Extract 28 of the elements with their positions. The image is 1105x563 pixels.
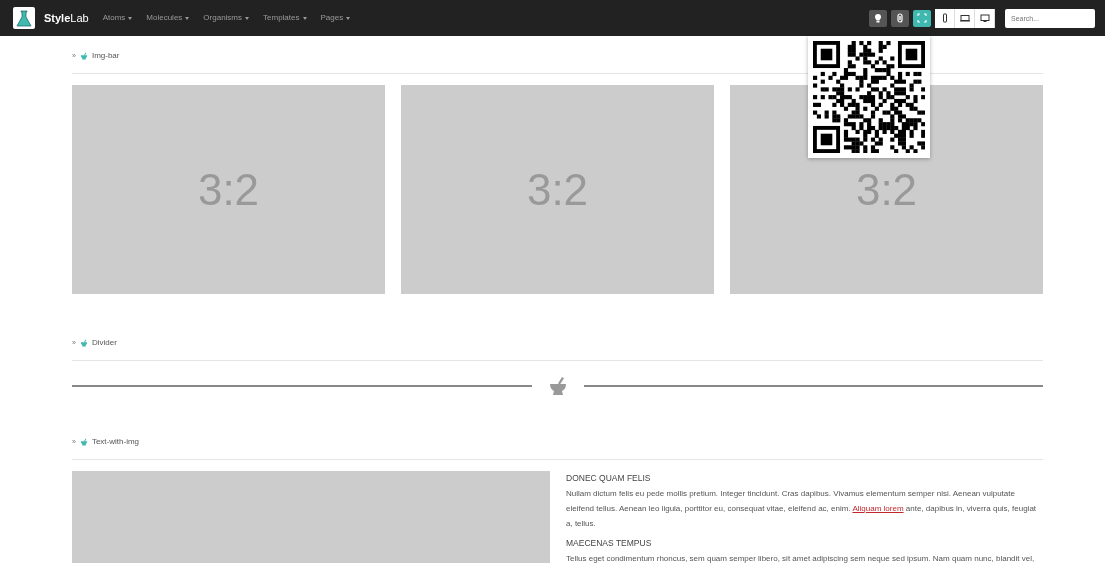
laptop-icon	[959, 13, 970, 23]
text-link[interactable]: Aliquam lorem	[852, 504, 904, 513]
lightbulb-button[interactable]	[869, 9, 887, 27]
section-title: Img-bar	[91, 50, 120, 62]
paperclip-button[interactable]	[891, 9, 909, 27]
mortar-icon	[547, 376, 568, 396]
nav-menu-link[interactable]: Templates	[263, 12, 307, 24]
fullscreen-icon	[917, 13, 927, 23]
monitor-icon	[979, 13, 990, 23]
fullscreen-button[interactable]	[913, 9, 931, 27]
paperclip-icon	[895, 13, 905, 23]
mortar-icon	[79, 52, 88, 60]
mortar-icon	[79, 438, 88, 446]
nav-menu-link[interactable]: Pages	[320, 12, 351, 24]
logo-icon	[13, 7, 35, 29]
nav-menu-link[interactable]: Organisms	[203, 12, 250, 24]
phone-button[interactable]	[935, 8, 955, 28]
lightbulb-icon	[873, 13, 883, 23]
block-heading: DONEC QUAM FELIS	[566, 472, 652, 485]
nav-menu-link[interactable]: Molecules	[146, 12, 190, 24]
mortar-icon	[79, 339, 88, 347]
section-title: Text-with-img	[91, 436, 140, 448]
section-title: Divider	[91, 337, 117, 349]
block-heading: MAECENAS TEMPUS	[566, 537, 653, 550]
brand-name[interactable]: StyleLab	[44, 9, 89, 27]
paragraph: Tellus eget condimentum rhoncus, sem quam semper libero, sit amet adipiscing sem neque sed ipsum. Nam quam nunc, blandit vel,	[566, 553, 1036, 563]
paragraph: Nullam dictum felis eu pede mollis pretium. Integer tincidunt. Cras dapibus. Vivamus elementum semper nisi. Aenean vulputate eleifend tellus. Aenean leo ligula, porttitor eu, consequat vitae, eleifend ac, enim. Aliquam lorem ante, dapibus in, viverra quis, feugiat a, tellus.	[566, 488, 1038, 530]
nav-menu-link[interactable]: Atoms	[102, 12, 133, 24]
